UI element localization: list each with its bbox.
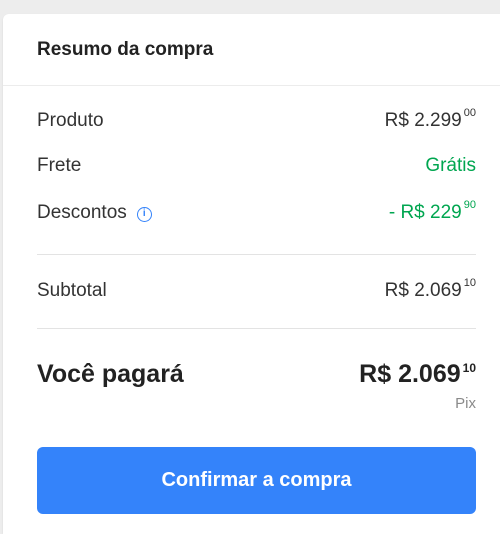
total-currency: R$: [359, 360, 392, 388]
total-value: R$ 2.069 10 Pix: [359, 356, 476, 412]
discounts-cents: 90: [463, 199, 476, 211]
purchase-summary-card: Resumo da compra Produto R$ 2.299 00 Fret…: [3, 14, 500, 534]
total-cents: 10: [462, 361, 476, 375]
shipping-row: Frete Grátis: [37, 155, 476, 177]
discounts-amount: 229: [430, 202, 462, 223]
divider: [37, 328, 476, 329]
summary-title: Resumo da compra: [37, 38, 214, 60]
product-row: Produto R$ 2.299 00: [37, 107, 476, 132]
payment-method: Pix: [455, 395, 476, 412]
total-label: Você pagará: [37, 360, 184, 388]
subtotal-row: Subtotal R$ 2.069 10: [37, 277, 476, 302]
subtotal-label: Subtotal: [37, 280, 107, 301]
product-label: Produto: [37, 110, 104, 131]
discounts-label: Descontos: [37, 202, 127, 223]
subtotal-currency: R$: [384, 280, 409, 301]
confirm-purchase-button[interactable]: Confirmar a compra: [37, 447, 476, 514]
product-cents: 00: [463, 107, 476, 119]
total-price: R$ 2.069 10: [359, 360, 476, 389]
product-price: R$ 2.299 00: [384, 107, 476, 132]
product-amount: 2.299: [414, 110, 462, 131]
discounts-prefix: - R$: [388, 202, 425, 223]
total-amount: 2.069: [398, 360, 461, 388]
shipping-value: Grátis: [425, 155, 476, 176]
info-icon[interactable]: i: [136, 206, 152, 222]
divider: [37, 254, 476, 255]
total-row: Você pagará R$ 2.069 10 Pix: [37, 356, 476, 412]
discounts-row: Descontos i - R$ 229 90: [37, 199, 476, 224]
discounts-label-group: Descontos i: [37, 202, 152, 224]
shipping-label: Frete: [37, 155, 82, 176]
card-header: Resumo da compra: [3, 14, 500, 86]
subtotal-amount: 2.069: [414, 280, 462, 301]
product-currency: R$: [384, 110, 409, 131]
subtotal-price: R$ 2.069 10: [384, 277, 476, 302]
discounts-value: - R$ 229 90: [388, 199, 476, 224]
subtotal-cents: 10: [463, 277, 476, 289]
